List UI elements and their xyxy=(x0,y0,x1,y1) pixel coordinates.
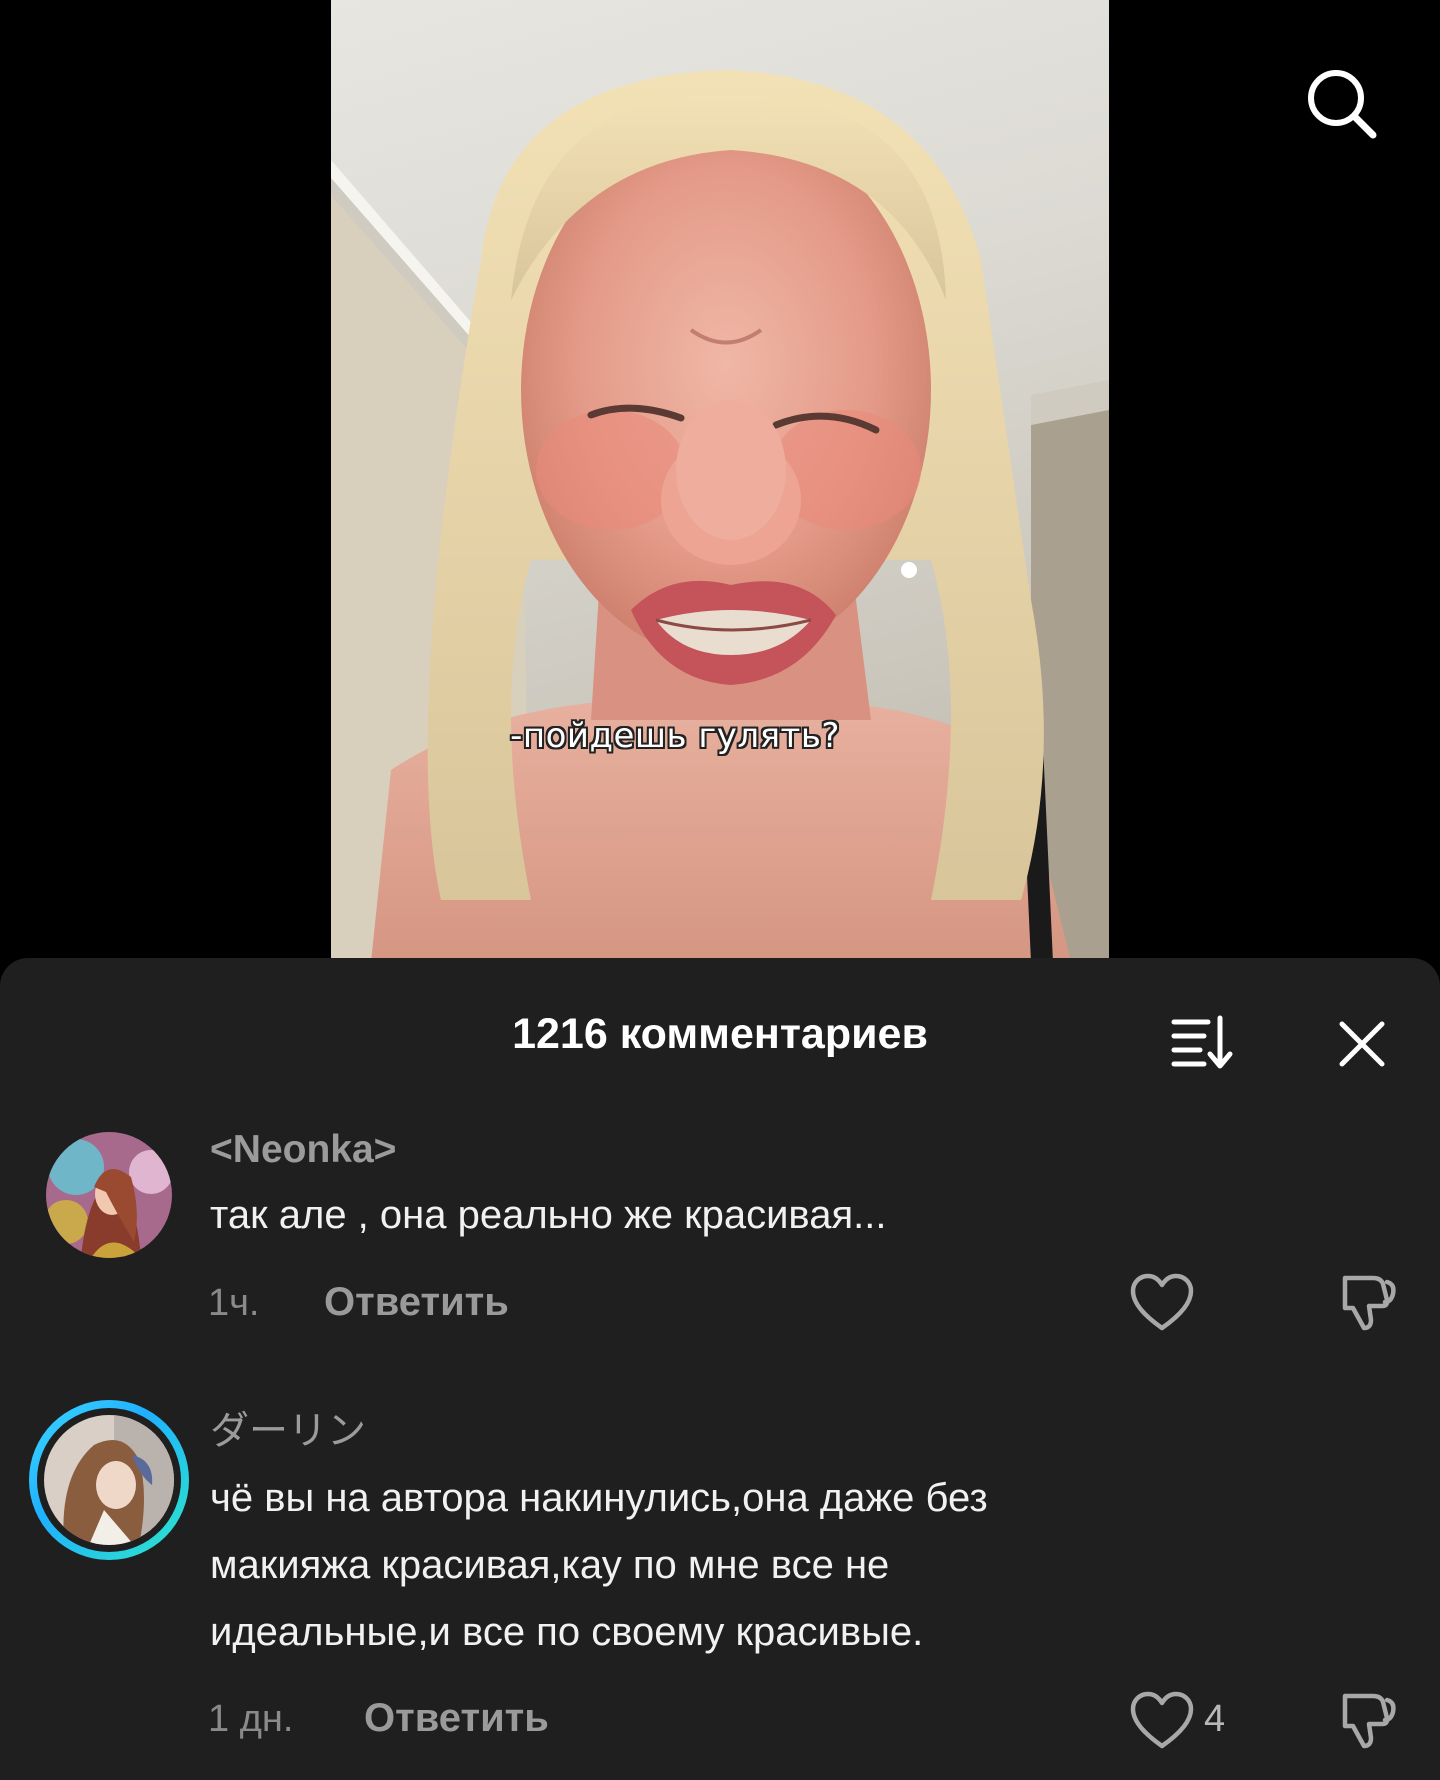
like-count: 4 xyxy=(1204,1698,1226,1740)
video-player[interactable]: -пойдешь гулять? xyxy=(331,0,1109,962)
avatar-story-ring[interactable] xyxy=(29,1400,189,1560)
like-button[interactable] xyxy=(1129,1272,1195,1334)
search-icon xyxy=(1308,70,1377,139)
search-button[interactable] xyxy=(1300,62,1380,142)
tiktok-screen: -пойдешь гулять? 1216 комментариев <Neon… xyxy=(0,0,1440,1780)
avatar xyxy=(44,1415,174,1545)
comment-time: 1ч. xyxy=(208,1282,260,1324)
reply-button[interactable]: Ответить xyxy=(364,1696,549,1741)
heart-icon xyxy=(1130,1273,1194,1331)
comment-time: 1 дн. xyxy=(208,1698,294,1740)
dislike-button[interactable] xyxy=(1333,1268,1399,1334)
close-comments-button[interactable] xyxy=(1332,1014,1392,1074)
comment-text-line: идеальные,и все по своему красивые. xyxy=(210,1610,924,1654)
reply-button[interactable]: Ответить xyxy=(324,1280,509,1325)
comment-text: чё вы на автора накинулись,она даже без … xyxy=(210,1465,1270,1666)
heart-icon xyxy=(1130,1691,1194,1749)
avatar-image xyxy=(46,1132,172,1258)
sort-icon xyxy=(1171,1015,1233,1069)
dislike-button[interactable] xyxy=(1333,1686,1399,1752)
close-icon xyxy=(1339,1021,1385,1067)
comment-text-line: макияжа красивая,кау по мне все не xyxy=(210,1543,890,1587)
thumbs-down-icon xyxy=(1342,1693,1396,1749)
avatar[interactable] xyxy=(46,1132,172,1258)
sort-button[interactable] xyxy=(1168,1012,1236,1072)
comment-username[interactable]: ダーリン xyxy=(210,1400,366,1456)
thumbs-down-icon xyxy=(1342,1275,1396,1331)
video-frame xyxy=(331,70,1109,962)
comment-text-line: чё вы на автора накинулись,она даже без xyxy=(210,1476,988,1520)
comment-text: так але , она реально же красивая... xyxy=(210,1193,887,1237)
like-button[interactable] xyxy=(1129,1690,1195,1752)
avatar-image xyxy=(44,1415,174,1545)
comment-username[interactable]: <Neonka> xyxy=(210,1128,396,1172)
